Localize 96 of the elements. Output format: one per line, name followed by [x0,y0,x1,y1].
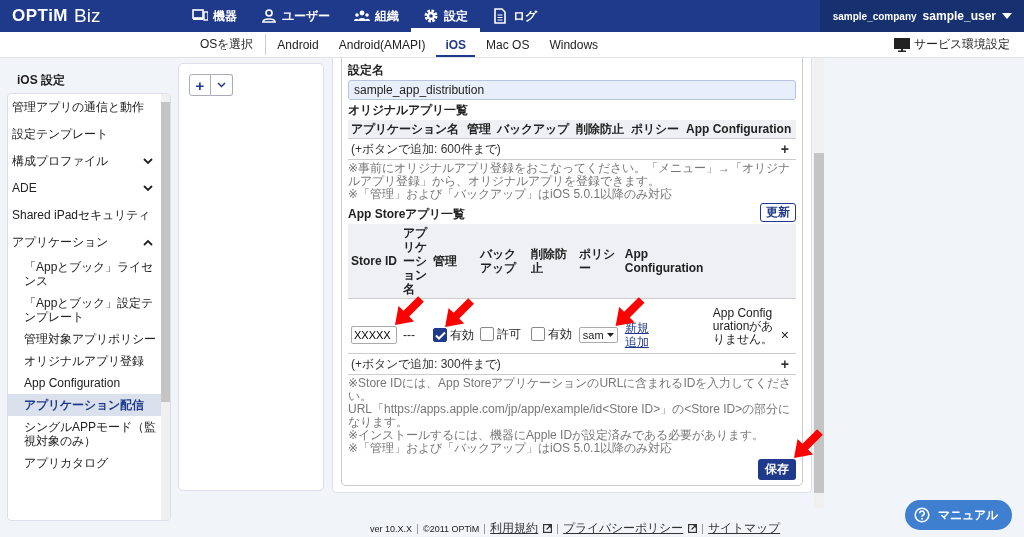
column-header: 管理 [463,120,495,139]
logo: OPTiM [12,6,69,26]
table-cell: App Configurationがありません。 [709,298,778,354]
section-title: オリジナルアプリ一覧 [348,102,468,119]
note-text: ※Store IDには、App StoreアプリケーションのURLに含まれるIDを入力してください。 [348,377,793,403]
footer-link[interactable]: プライバシーポリシー [563,520,698,537]
column-header: App Configuration [621,224,710,299]
caret-icon [217,82,226,88]
sidebar-item[interactable]: Shared iPadセキュリティ [8,202,161,229]
chevron-down-icon [143,185,153,192]
os-tab[interactable]: Android(AMAPI) [329,32,435,57]
sidebar-title: iOS 設定 [16,72,66,89]
checkbox[interactable]: 有効 [530,325,572,343]
column-header: 削除防止 [573,120,629,139]
annotation-arrow [395,296,424,325]
service-settings-link[interactable]: サービス環境設定 [894,32,1024,57]
save-button[interactable]: 保存 [758,459,796,480]
sidebar-item[interactable]: 構成プロファイル [8,148,161,175]
sidebar-subitem[interactable]: 「Appとブック」ライセンス [8,256,161,292]
column-header: アプリケーション名 [348,120,464,139]
help-icon [914,507,930,523]
company-name: sample_company [832,10,917,22]
note-text: ※「管理」および「バックアップ」はiOS 5.0.1以降のみ対応 [348,188,674,201]
column-header: ポリシー [575,224,622,299]
sidebar-subitem[interactable]: アプリケーション配信 [8,394,161,416]
manual-button[interactable]: マニュアル [905,500,1012,530]
os-tab[interactable]: Windows [540,32,608,57]
sidebar-item[interactable]: アプリケーション [8,229,161,256]
add-limit-text: (+ボタンで追加: 300件まで) [351,356,501,371]
column-header: ポリシー [628,120,683,139]
caret-icon [606,333,614,337]
checkbox[interactable]: 有効 [433,326,475,344]
checkmark-icon [434,330,446,340]
nav-tab[interactable]: 機器 [180,0,249,32]
refresh-button[interactable]: 更新 [760,203,796,222]
document-icon [492,8,508,24]
monitor-icon [894,37,910,52]
sidebar-subitem[interactable]: シングルAPPモード（監視対象のみ） [8,416,161,452]
account-menu[interactable]: sample_company sample_user [820,0,1024,32]
gear-icon [423,8,439,24]
column-header: 削除防止 [527,224,576,299]
column-header: アプリケーション名 [400,224,431,299]
external-link-icon [688,524,698,534]
column-header: Store ID [348,224,400,299]
os-tab[interactable]: Android [268,32,328,57]
chevron-up-icon [143,239,153,246]
scrollbar[interactable] [814,58,824,508]
sidebar-subitem[interactable]: App Configuration [8,372,161,394]
store-id-field[interactable]: XXXXX [351,326,397,344]
sidebar-item[interactable]: 管理アプリの通信と動作 [8,94,161,121]
checkbox[interactable]: 許可 [480,325,522,343]
scrollbar[interactable] [161,94,170,520]
field-label: 設定名 [348,62,385,79]
column-header: App Configuration [682,120,796,139]
chevron-down-icon [143,158,153,165]
note-text: ※「管理」および「バックアップ」はiOS 5.0.1以降のみ対応 [348,442,673,455]
note-text: ※インストールするには、機器にApple IDが設定済みである必要があります。 [348,429,766,442]
version-text: ver 10.X.X [370,523,413,534]
sidebar-subitem[interactable]: アプリカタログ [8,452,161,474]
annotation-arrow [445,298,474,327]
nav-tab[interactable]: 組織 [342,0,411,32]
external-link-icon [543,524,553,534]
nav-tab[interactable]: ログ [480,0,549,32]
policy-select[interactable]: sam [578,327,618,343]
add-limit-text: (+ボタンで追加: 600件まで) [351,141,501,156]
remove-button[interactable]: × [780,327,789,343]
sidebar-item[interactable]: 設定テンプレート [8,121,161,148]
user-name: sample_user [922,9,996,23]
caret-icon [1002,13,1012,19]
sidebar-item[interactable]: ADE [8,175,161,202]
note-text: URL「https://apps.apple.com/jp/app/example/id<Store ID>」の<Store ID>の部分になります。 [348,403,792,429]
sidebar-subitem[interactable]: 「Appとブック」設定テンプレート [8,292,161,328]
copyright-text: ©2011 OPTiM [423,523,480,534]
os-tab[interactable]: Mac OS [477,32,539,57]
device-icon [192,8,208,24]
add-button[interactable]: + [189,74,211,96]
note-text: ※事前にオリジナルアプリ登録をおこなってください。「メニュー」→「オリジナルアプリ登録」から、オリジナルアプリを登録できます。 [348,162,792,188]
section-title: App Storeアプリ一覧 [348,206,466,223]
column-header: バックアップ [477,224,528,299]
dropdown-button[interactable] [211,74,233,96]
add-row-button[interactable]: + [780,141,793,157]
annotation-arrow [794,429,823,458]
name-field[interactable]: sample_app_distribution [348,80,796,100]
nav-tab[interactable]: ユーザー [249,0,342,32]
column-header: 管理 [430,224,478,299]
user-icon [261,8,277,24]
add-row-button[interactable]: + [780,356,793,372]
logo-suffix: Biz [74,5,101,27]
new-link[interactable]: 新規追加 [624,321,651,349]
sidebar-subitem[interactable]: オリジナルアプリ登録 [8,350,161,372]
os-select-label: OSを選択 [200,36,255,53]
footer-link[interactable]: 利用規約 [490,520,553,537]
footer-link[interactable]: サイトマップ [708,520,781,537]
group-icon [354,8,370,24]
sidebar-subitem[interactable]: 管理対象アプリポリシー [8,328,161,350]
column-header: バックアップ [494,120,574,139]
